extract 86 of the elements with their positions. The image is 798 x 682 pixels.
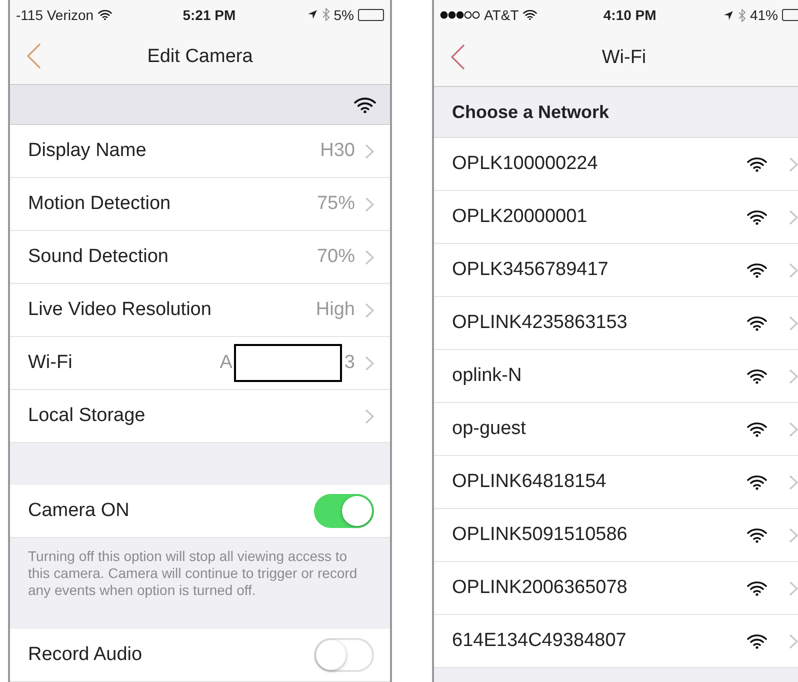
bluetooth-icon <box>322 8 330 22</box>
network-row[interactable]: OPLK3456789417 <box>434 244 798 297</box>
network-name: OPLK100000224 <box>452 153 599 175</box>
wifi-signal-icon <box>522 9 537 21</box>
settings-row[interactable]: Wi-Fi A 3 <box>10 337 390 390</box>
chevron-icon <box>365 356 374 370</box>
wifi-icon <box>747 580 767 596</box>
network-row[interactable]: OPLK20000001 <box>434 191 798 244</box>
wifi-icon <box>747 156 767 172</box>
settings-row[interactable]: Live Video Resolution High <box>10 284 390 337</box>
wifi-icon <box>354 96 376 114</box>
settings-row[interactable]: Local Storage <box>10 390 390 443</box>
row-label: Sound Detection <box>28 246 170 268</box>
battery-percent: 5% <box>334 6 354 23</box>
row-value: 3 <box>344 352 355 374</box>
row-value: H30 <box>320 140 355 162</box>
chevron-icon <box>789 580 798 596</box>
signal-dots-icon <box>440 11 480 19</box>
toggle-switch[interactable] <box>314 638 374 672</box>
network-row[interactable]: OPLINK4235863153 <box>434 297 798 350</box>
chevron-icon <box>789 528 798 542</box>
chevron-icon <box>789 474 798 490</box>
wifi-icon <box>747 368 767 384</box>
settings-row[interactable]: Display Name H30 <box>10 125 390 178</box>
battery-icon <box>358 8 384 21</box>
row-label: Live Video Resolution <box>28 299 212 321</box>
wifi-signal-icon <box>98 9 112 20</box>
network-name: OPLINK64818154 <box>452 471 608 493</box>
chevron-icon <box>365 302 374 318</box>
wifi-icon <box>747 421 767 437</box>
network-row[interactable]: OPLINK5091510586 <box>434 509 798 562</box>
status-time: 4:10 PM <box>603 7 656 23</box>
chevron-icon <box>789 422 798 436</box>
row-label: Display Name <box>28 140 148 162</box>
network-row[interactable]: op-guest <box>434 403 798 456</box>
row-value: A <box>220 352 232 374</box>
network-row[interactable]: OPLK100000224 <box>434 138 798 191</box>
chevron-icon <box>365 250 374 264</box>
network-row[interactable]: OPLINK2006365078 <box>434 562 798 615</box>
network-row[interactable]: 614E134C49384807 <box>434 615 798 668</box>
chevron-icon <box>789 634 798 648</box>
chevron-icon <box>365 196 374 212</box>
carrier-label: -115 Verizon <box>16 6 94 23</box>
row-label: Local Storage <box>28 405 146 427</box>
chevron-icon <box>365 144 374 158</box>
settings-row[interactable]: Sound Detection 70% <box>10 231 390 284</box>
chevron-icon <box>365 408 374 424</box>
chevron-icon <box>789 316 798 330</box>
wifi-icon <box>747 474 767 490</box>
settings-row[interactable]: Motion Detection 75% <box>10 178 390 231</box>
wifi-icon <box>747 315 767 331</box>
help-text: Turning off this option will stop all viewing access to this camera. Camera will continue to trigger or record any events when option is turned off. <box>27 547 358 599</box>
bluetooth-icon <box>738 8 746 22</box>
nav-title: Edit Camera <box>147 46 253 68</box>
location-arrow-icon <box>306 9 318 20</box>
row-label: Record Audio <box>28 644 144 666</box>
status-time: 5:21 PM <box>182 6 236 23</box>
wifi-icon <box>747 262 767 278</box>
wifi-icon <box>747 527 767 543</box>
network-name: OPLINK2006365078 <box>452 577 628 599</box>
network-name: op-guest <box>452 418 527 440</box>
network-name: oplink-N <box>452 365 523 387</box>
row-value: 75% <box>316 193 355 215</box>
network-name: OPLINK4235863153 <box>452 312 628 334</box>
network-row[interactable]: oplink-N <box>434 350 798 403</box>
chevron-icon <box>789 262 798 278</box>
network-row[interactable]: OPLINK64818154 <box>434 456 798 509</box>
wifi-icon <box>747 209 767 225</box>
network-name: 614E134C49384807 <box>452 630 628 652</box>
row-label: Motion Detection <box>28 193 172 215</box>
network-name: OPLINK5091510586 <box>452 524 628 546</box>
row-value: 70% <box>316 246 355 268</box>
row-label: Wi-Fi <box>28 352 74 374</box>
chevron-icon <box>789 368 798 384</box>
battery-percent: 41% <box>750 7 778 23</box>
toggle-switch[interactable] <box>314 494 374 528</box>
location-arrow-icon <box>722 10 734 20</box>
nav-title: Wi-Fi <box>602 47 646 69</box>
chevron-icon <box>789 210 798 224</box>
row-label: Camera ON <box>28 500 130 522</box>
chevron-icon <box>789 156 798 172</box>
wifi-icon <box>747 633 767 649</box>
carrier-label: AT&T <box>484 7 519 23</box>
network-name: OPLK20000001 <box>452 206 588 228</box>
network-name: OPLK3456789417 <box>452 259 610 281</box>
row-value: High <box>316 299 355 321</box>
